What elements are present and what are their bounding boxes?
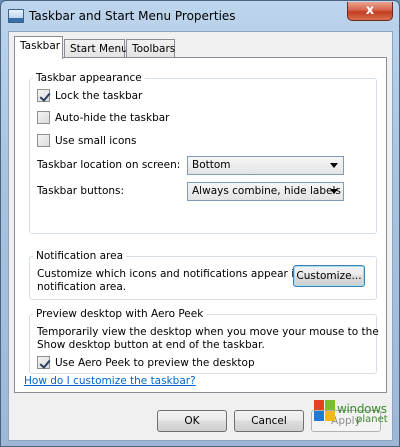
windows-flag-icon [314, 400, 336, 422]
windows-planet-watermark: windows planet [314, 396, 394, 436]
taskbar-tab-panel: Taskbar appearance Lock the taskbar Auto… [14, 57, 387, 393]
ok-button[interactable]: OK [157, 410, 227, 432]
tab-toolbars[interactable]: Toolbars [126, 39, 175, 59]
watermark-text-planet: planet [356, 414, 388, 425]
location-label: Taskbar location on screen: [37, 159, 181, 171]
tab-taskbar[interactable]: Taskbar [14, 36, 63, 59]
help-link[interactable]: How do I customize the taskbar? [24, 375, 196, 388]
taskbar-buttons-selected-value: Always combine, hide labels [192, 185, 341, 197]
taskbar-buttons-label: Taskbar buttons: [37, 185, 125, 197]
properties-dialog: Taskbar and Start Menu Properties x Task… [0, 0, 400, 447]
cancel-button[interactable]: Cancel [234, 410, 304, 432]
location-dropdown[interactable]: Bottom [187, 156, 344, 175]
auto-hide-checkbox[interactable] [37, 111, 50, 124]
lock-taskbar-checkbox[interactable] [37, 89, 50, 102]
notification-description-line1: Customize which icons and notifications … [37, 268, 322, 280]
dialog-client-area: Taskbar Start Menu Toolbars Taskbar appe… [8, 31, 393, 441]
taskbar-buttons-dropdown[interactable]: Always combine, hide labels [187, 182, 344, 201]
aero-peek-heading: Preview desktop with Aero Peek [33, 308, 207, 321]
window-title: Taskbar and Start Menu Properties [29, 9, 236, 23]
taskbar-appearance-heading: Taskbar appearance [33, 72, 145, 85]
customize-button[interactable]: Customize... [293, 265, 365, 287]
small-icons-label[interactable]: Use small icons [55, 135, 137, 148]
close-button[interactable]: x [347, 2, 393, 21]
location-selected-value: Bottom [192, 159, 231, 171]
small-icons-checkbox[interactable] [37, 134, 50, 147]
lock-taskbar-label[interactable]: Lock the taskbar [55, 90, 142, 103]
notification-area-heading: Notification area [33, 250, 126, 263]
chevron-down-icon [330, 163, 338, 168]
title-bar[interactable]: Taskbar and Start Menu Properties x [1, 1, 399, 31]
notification-description-line2: notification area. [37, 281, 127, 293]
taskbar-app-icon [8, 9, 24, 23]
aero-peek-label[interactable]: Use Aero Peek to preview the desktop [55, 357, 255, 370]
auto-hide-label[interactable]: Auto-hide the taskbar [55, 112, 170, 125]
tab-start-menu[interactable]: Start Menu [64, 39, 128, 59]
aero-peek-checkbox[interactable] [37, 356, 50, 369]
aero-peek-description-line1: Temporarily view the desktop when you mo… [37, 326, 379, 338]
chevron-down-icon [330, 189, 338, 194]
aero-peek-description-line2: Show desktop button at end of the taskba… [37, 339, 265, 351]
